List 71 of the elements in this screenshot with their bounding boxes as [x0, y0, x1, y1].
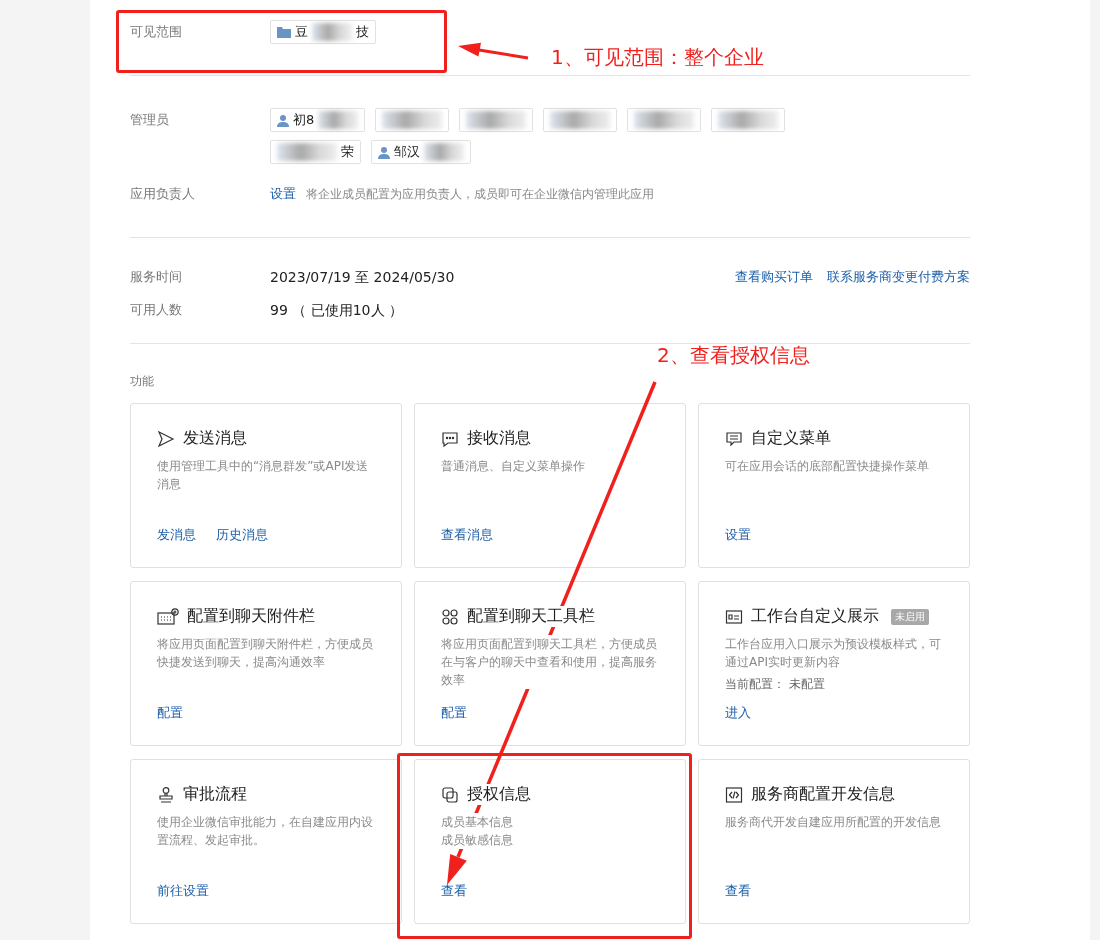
card-title: 接收消息: [467, 428, 531, 449]
card-title: 工作台自定义展示: [751, 606, 879, 627]
field-value: 2023/07/19 至 2024/05/30: [270, 268, 455, 287]
card-description: 成员敏感信息: [441, 831, 513, 849]
redaction-blur: [634, 111, 695, 129]
text-link[interactable]: 联系服务商变更付费方案: [827, 265, 970, 289]
action-link[interactable]: 查看: [441, 879, 467, 903]
redaction-blur: [424, 143, 464, 161]
card-title: 授权信息: [467, 784, 531, 805]
action-link[interactable]: 设置: [725, 523, 751, 547]
chip-text: 技: [356, 23, 369, 41]
id-card-icon: [725, 607, 743, 626]
annotation-text: 1、可见范围：整个企业: [551, 44, 764, 71]
text-link[interactable]: 查看购买订单: [735, 265, 813, 289]
action-link[interactable]: 前往设置: [157, 879, 209, 903]
tools-icon: [441, 607, 459, 626]
person-icon: [277, 113, 289, 127]
stamp-icon: [157, 785, 175, 804]
chip-text: 荣: [341, 143, 354, 161]
card-description: 将应用页面配置到聊天附件栏，方便成员快捷发送到聊天，提高沟通效率: [157, 635, 375, 671]
redaction-blur: [277, 143, 337, 161]
field-label: 管理员: [130, 111, 170, 129]
card-title: 自定义菜单: [751, 428, 831, 449]
person-icon: [378, 145, 390, 159]
chip-text: 邹汉: [394, 143, 420, 161]
action-link[interactable]: 查看: [725, 879, 751, 903]
card-title: 配置到聊天附件栏: [187, 606, 315, 627]
action-link[interactable]: 配置: [157, 701, 183, 725]
card-title: 配置到聊天工具栏: [467, 606, 595, 627]
chip-text: 初8: [293, 111, 315, 129]
redaction-blur: [318, 111, 359, 129]
keyboard-plus-icon: [157, 607, 179, 626]
card-description: 将应用页面配置到聊天工具栏，方便成员在与客户的聊天中查看和使用，提高服务效率: [441, 635, 659, 689]
card-description: 可在应用会话的底部配置快捷操作菜单: [725, 457, 929, 475]
field-label: 可用人数: [130, 301, 183, 319]
config-status: 当前配置： 未配置: [725, 676, 826, 693]
card-title: 发送消息: [183, 428, 247, 449]
card-description: 使用企业微信审批能力，在自建应用内设置流程、发起审批。: [157, 813, 375, 849]
card-description: 服务商代开发自建应用所配置的开发信息: [725, 813, 941, 831]
chip-text: 豆: [295, 23, 308, 41]
copy-icon: [441, 785, 459, 804]
card-title: 服务商配置开发信息: [751, 784, 895, 805]
code-icon: [725, 785, 743, 804]
action-link[interactable]: 查看消息: [441, 523, 493, 547]
field-value: 99 （ 已使用10人 ）: [270, 301, 403, 320]
action-link[interactable]: 配置: [441, 701, 467, 725]
hint-text: 将企业成员配置为应用负责人，成员即可在企业微信内管理此应用: [306, 186, 654, 203]
redaction-blur: [718, 111, 779, 129]
section-label: 功能: [130, 374, 154, 388]
redaction-blur: [312, 23, 352, 41]
action-link[interactable]: 历史消息: [216, 523, 268, 547]
set-link[interactable]: 设置: [270, 182, 296, 206]
annotation-arrow: [458, 42, 529, 60]
folder-icon: [277, 26, 291, 38]
card-description: 工作台应用入口展示为预设模板样式，可通过API实时更新内容: [725, 635, 943, 671]
redaction-blur: [466, 111, 527, 129]
send-icon: [157, 429, 175, 448]
action-link[interactable]: 进入: [725, 701, 751, 725]
redaction-blur: [382, 111, 443, 129]
card-title: 审批流程: [183, 784, 247, 805]
field-label: 服务时间: [130, 268, 183, 286]
annotation-text: 2、查看授权信息: [657, 342, 810, 369]
card-description: 成员基本信息: [441, 813, 513, 831]
redaction-blur: [550, 111, 611, 129]
action-link[interactable]: 发消息: [157, 523, 196, 547]
card-description: 普通消息、自定义菜单操作: [441, 457, 585, 475]
status-badge: 未启用: [891, 608, 929, 625]
chat-icon: [441, 429, 459, 448]
menu-icon: [725, 429, 743, 448]
field-label: 可见范围: [130, 23, 183, 41]
field-label: 应用负责人: [130, 185, 196, 203]
